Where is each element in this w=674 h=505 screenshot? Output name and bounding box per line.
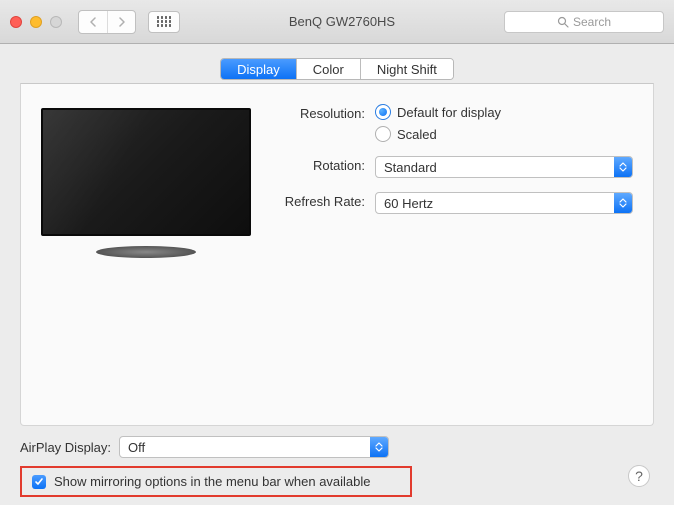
- search-input[interactable]: Search: [504, 11, 664, 33]
- monitor-stand-icon: [96, 246, 196, 258]
- tab-segmented-control: Display Color Night Shift: [220, 58, 454, 80]
- settings-column: Resolution: Default for display Scaled: [275, 104, 633, 405]
- resolution-scaled-option[interactable]: Scaled: [375, 126, 633, 142]
- mirroring-label: Show mirroring options in the menu bar w…: [54, 474, 371, 489]
- grid-icon: [157, 16, 172, 27]
- mirroring-checkbox-highlight: Show mirroring options in the menu bar w…: [20, 466, 412, 497]
- airplay-label: AirPlay Display:: [20, 440, 111, 455]
- mirroring-checkbox[interactable]: [32, 475, 46, 489]
- refresh-row: Refresh Rate: 60 Hertz: [275, 192, 633, 214]
- search-icon: [557, 16, 569, 28]
- rotation-dropdown[interactable]: Standard: [375, 156, 633, 178]
- maximize-button: [50, 16, 62, 28]
- traffic-lights: [10, 16, 62, 28]
- rotation-row: Rotation: Standard: [275, 156, 633, 178]
- window-title: BenQ GW2760HS: [188, 14, 496, 29]
- rotation-value: Standard: [384, 160, 437, 175]
- bottom-area: AirPlay Display: Off Show mirroring opti…: [20, 426, 654, 497]
- rotation-control: Standard: [375, 156, 633, 178]
- back-button[interactable]: [79, 11, 107, 33]
- resolution-default-option[interactable]: Default for display: [375, 104, 633, 120]
- tab-display[interactable]: Display: [221, 59, 296, 79]
- forward-button[interactable]: [107, 11, 135, 33]
- close-button[interactable]: [10, 16, 22, 28]
- check-icon: [34, 477, 44, 487]
- chevron-right-icon: [118, 17, 126, 27]
- minimize-button[interactable]: [30, 16, 42, 28]
- resolution-label: Resolution:: [275, 104, 375, 121]
- resolution-row: Resolution: Default for display Scaled: [275, 104, 633, 142]
- help-icon: ?: [635, 468, 643, 484]
- tab-color[interactable]: Color: [296, 59, 360, 79]
- titlebar: BenQ GW2760HS Search: [0, 0, 674, 44]
- refresh-label: Refresh Rate:: [275, 192, 375, 209]
- radio-unchecked-icon: [375, 126, 391, 142]
- nav-group: [78, 10, 136, 34]
- dropdown-arrows-icon: [614, 193, 632, 213]
- monitor-preview: [41, 108, 251, 258]
- resolution-radio-group: Default for display Scaled: [375, 104, 633, 142]
- refresh-dropdown[interactable]: 60 Hertz: [375, 192, 633, 214]
- help-button[interactable]: ?: [628, 465, 650, 487]
- chevron-left-icon: [89, 17, 97, 27]
- dropdown-arrows-icon: [370, 437, 388, 457]
- airplay-dropdown[interactable]: Off: [119, 436, 389, 458]
- rotation-label: Rotation:: [275, 156, 375, 173]
- search-placeholder: Search: [573, 15, 611, 29]
- resolution-scaled-label: Scaled: [397, 127, 437, 142]
- content: Display Color Night Shift Resolution: De…: [0, 44, 674, 505]
- tabs: Display Color Night Shift: [20, 58, 654, 80]
- airplay-value: Off: [128, 440, 145, 455]
- show-all-button[interactable]: [148, 11, 180, 33]
- radio-checked-icon: [375, 104, 391, 120]
- dropdown-arrows-icon: [614, 157, 632, 177]
- preferences-window: BenQ GW2760HS Search Display Color Night…: [0, 0, 674, 505]
- monitor-screen-icon: [41, 108, 251, 236]
- airplay-row: AirPlay Display: Off: [20, 436, 654, 458]
- display-panel: Resolution: Default for display Scaled: [20, 83, 654, 426]
- resolution-default-label: Default for display: [397, 105, 501, 120]
- refresh-value: 60 Hertz: [384, 196, 433, 211]
- tab-night-shift[interactable]: Night Shift: [360, 59, 453, 79]
- refresh-control: 60 Hertz: [375, 192, 633, 214]
